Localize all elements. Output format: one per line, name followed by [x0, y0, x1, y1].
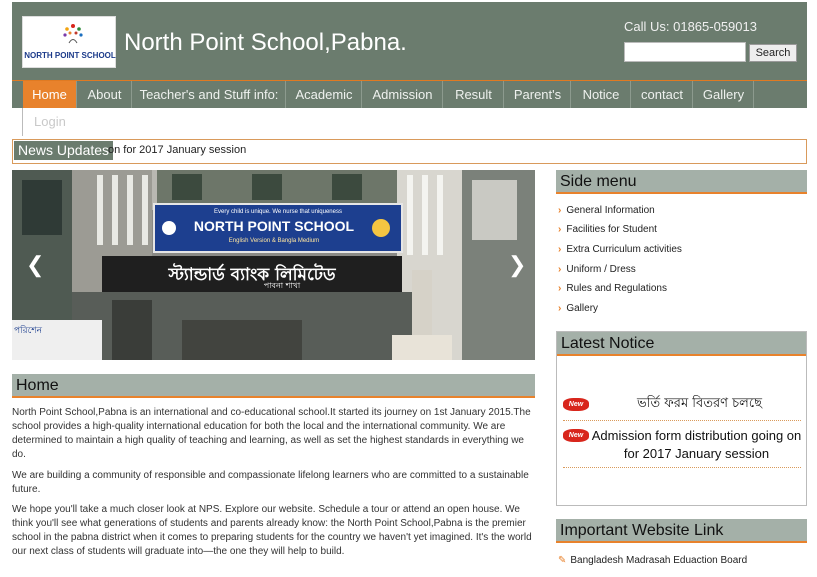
side-menu-item-extra-curriculum[interactable]: › Extra Curriculum activities — [558, 244, 682, 255]
important-links-heading: Important Website Link — [556, 519, 807, 543]
logo-emblem-icon — [63, 24, 83, 44]
school-building-photo: Every child is unique. We nurse that uni… — [12, 170, 535, 360]
side-menu-item-label: Facilities for Student — [566, 224, 657, 235]
nav-item-parents[interactable]: Parent's — [505, 81, 571, 108]
latest-notice-box: Latest Notice New ভর্তি ফরম বিতরণ চলছে N… — [556, 331, 807, 506]
slider-next-arrow-icon[interactable]: ❯ — [508, 252, 526, 278]
search-input[interactable] — [624, 42, 746, 62]
search-button[interactable]: Search — [749, 44, 797, 62]
home-paragraph-2: We are building a community of responsib… — [12, 470, 529, 495]
chevron-right-icon: › — [558, 224, 562, 235]
nav-item-result[interactable]: Result — [444, 81, 504, 108]
chevron-right-icon: › — [558, 205, 562, 216]
news-updates-bar: News Updates on for 2017 January session — [12, 139, 807, 164]
side-menu-item-facilities[interactable]: › Facilities for Student — [558, 224, 657, 235]
slider-prev-arrow-icon[interactable]: ❮ — [26, 252, 44, 278]
nav-item-home[interactable]: Home — [23, 81, 77, 108]
main-nav: Home About Teacher's and Stuff info: Aca… — [12, 80, 807, 108]
side-menu-item-label: Rules and Regulations — [566, 283, 667, 294]
new-badge: New — [563, 429, 589, 442]
chevron-right-icon: › — [558, 303, 562, 314]
link-label: Bangladesh Madrasah Eduaction Board — [570, 555, 748, 566]
notice-item-1[interactable]: ভর্তি ফরম বিতরণ চলছে — [597, 394, 802, 415]
side-menu-item-rules[interactable]: › Rules and Regulations — [558, 283, 667, 294]
notice-item-2[interactable]: Admission form distribution going on for… — [589, 427, 804, 463]
home-paragraph-3: We hope you'll take a much closer look a… — [12, 504, 532, 557]
nav-item-admission[interactable]: Admission — [363, 81, 443, 108]
sign-title: NORTH POINT SCHOOL — [194, 218, 355, 234]
side-menu-item-label: General Information — [566, 205, 655, 216]
home-paragraph-1: North Point School,Pabna is an internati… — [12, 407, 531, 460]
nav-item-gallery[interactable]: Gallery — [694, 81, 754, 108]
side-menu-item-uniform[interactable]: › Uniform / Dress — [558, 264, 636, 275]
left-sign: পরিশেন — [14, 325, 43, 336]
side-menu-item-general-info[interactable]: › General Information — [558, 205, 655, 216]
news-updates-label: News Updates — [14, 141, 114, 160]
sign-subtitle: English Version & Bangla Medium — [229, 238, 319, 244]
side-menu-item-label: Uniform / Dress — [566, 264, 636, 275]
chevron-right-icon: › — [558, 283, 562, 294]
school-logo[interactable]: NORTH POINT SCHOOL — [22, 16, 116, 68]
logo-text: NORTH POINT SCHOOL — [24, 51, 116, 60]
site-title: North Point School,Pabna. — [124, 29, 407, 56]
side-menu-heading: Side menu — [556, 170, 807, 194]
side-menu-item-label: Extra Curriculum activities — [566, 244, 682, 255]
nav-item-teachers[interactable]: Teacher's and Stuff info: — [133, 81, 286, 108]
sign-tagline: Every child is unique. We nurse that uni… — [214, 209, 342, 215]
side-menu-item-label: Gallery — [566, 303, 599, 314]
link-madrasah-board[interactable]: ✎ Bangladesh Madrasah Eduaction Board — [558, 555, 747, 566]
nav-item-login[interactable]: Login — [22, 108, 82, 136]
nav-item-academic[interactable]: Academic — [287, 81, 362, 108]
pencil-icon: ✎ — [558, 555, 567, 566]
bank-sign: স্ট্যান্ডার্ড ব্যাংক লিমিটেড — [167, 263, 337, 285]
chevron-right-icon: › — [558, 264, 562, 275]
call-us-text: Call Us: 01865-059013 — [624, 19, 757, 34]
image-slider[interactable]: Every child is unique. We nurse that uni… — [12, 170, 535, 360]
bank-branch-sign: পাবনা শাখা — [264, 281, 301, 290]
notice-divider — [563, 467, 801, 468]
news-ticker-text[interactable]: on for 2017 January session — [108, 144, 246, 156]
site-header: NORTH POINT SCHOOL North Point School,Pa… — [12, 2, 807, 80]
nav-item-about[interactable]: About — [78, 81, 132, 108]
nav-item-contact[interactable]: contact — [632, 81, 693, 108]
new-badge: New — [563, 398, 589, 411]
chevron-right-icon: › — [558, 244, 562, 255]
latest-notice-heading: Latest Notice — [557, 332, 806, 356]
home-heading: Home — [12, 374, 535, 398]
notice-divider — [563, 420, 801, 421]
side-menu-item-gallery[interactable]: › Gallery — [558, 303, 598, 314]
nav-item-notice[interactable]: Notice — [572, 81, 631, 108]
